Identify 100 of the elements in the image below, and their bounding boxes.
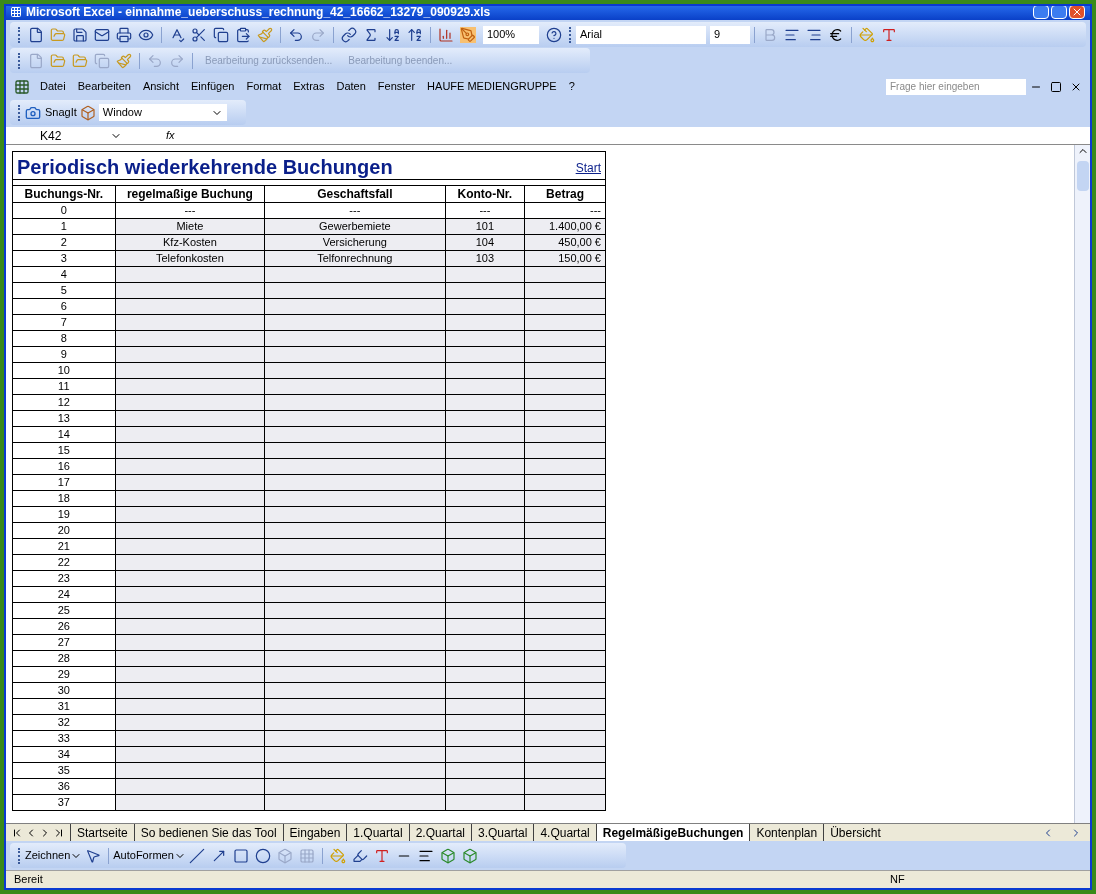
menu-item[interactable]: Extras [287,78,331,95]
table-cell: 13 [13,411,116,427]
table-cell: Telefonkosten [115,251,266,267]
table-cell: 14 [13,427,116,443]
table-cell: 16 [13,459,116,475]
3d-icon[interactable] [461,847,478,864]
sort-descending-icon[interactable] [407,26,423,43]
autoshapes-button[interactable]: AutoFormen [113,847,186,864]
restore-icon[interactable] [1050,80,1062,93]
start-link[interactable]: Start [575,159,601,177]
sheet-tab[interactable]: 2.Quartal [408,824,472,841]
help-icon[interactable] [546,26,562,43]
menu-item[interactable]: ? [562,78,581,95]
table-cell: 12 [13,395,116,411]
menu-item[interactable]: Fenster [371,78,422,95]
function-button[interactable]: fx [166,127,175,144]
sheet-tab[interactable]: Startseite [70,824,134,841]
table-cell: Gewerbemiete [265,219,446,235]
menu-item[interactable]: Datei [34,78,72,95]
sheet-tab[interactable]: 1.Quartal [346,824,409,841]
font-size-field[interactable]: 9 [710,25,750,44]
column-header: Betrag [525,186,605,203]
sheet-tab[interactable]: 4.Quartal [533,824,596,841]
table-cell: 1 [13,219,116,235]
font-color-icon[interactable] [881,26,897,43]
vertical-scrollbar[interactable] [1074,145,1090,823]
excel-icon [10,6,22,18]
drawing-icon[interactable] [460,26,476,43]
sheet-heading: Periodisch wiederkehrende Buchungen [17,155,393,179]
draw-menu-button[interactable]: Zeichnen [25,847,83,864]
fill-color-icon[interactable] [329,847,346,864]
sheet-tab[interactable]: Eingaben [282,824,347,841]
pointer-icon[interactable] [85,847,102,864]
status-indicator: NF [890,872,906,888]
menu-item[interactable]: Bearbeiten [71,78,137,95]
save-icon[interactable] [72,26,88,43]
menu-item[interactable]: Format [240,78,288,95]
table-cell: 3 [13,251,116,267]
table-cell: 2 [13,235,116,251]
table-cell: 9 [13,347,116,363]
scrollbar-thumb[interactable] [1076,161,1089,191]
first-sheet-icon[interactable] [11,826,23,839]
table-cell: 6 [13,299,116,315]
column-header: Geschaftsfall [265,186,446,203]
printer-icon[interactable] [116,26,132,43]
copy-icon[interactable] [213,26,229,43]
line-color-icon[interactable] [351,847,368,864]
paste-icon[interactable] [235,26,251,43]
fill-color-icon[interactable] [859,26,875,43]
minimize-button[interactable] [1033,6,1049,19]
table-cell: 27 [13,635,116,651]
sheet-tab[interactable]: 3.Quartal [471,824,534,841]
last-sheet-icon[interactable] [53,826,65,839]
snagit-button[interactable]: SnagIt [25,104,77,121]
window-dropdown[interactable]: Window [98,104,227,121]
new-file-icon[interactable] [28,26,44,43]
capture-icon[interactable] [79,104,96,121]
sheet-tab[interactable]: RegelmäßigeBuchungen [595,824,750,841]
table-cell: 101 [445,219,526,235]
table-cell: 17 [13,475,116,491]
table-cell: 15 [13,443,116,459]
mail-icon[interactable] [94,26,110,43]
zoom-field[interactable]: 100% [483,25,539,44]
font-color-icon[interactable] [373,847,390,864]
table-cell: 0 [13,203,116,219]
line-icon[interactable] [188,847,205,864]
maximize-button[interactable] [1051,6,1067,19]
sheet-tab[interactable]: Übersicht [823,824,887,841]
ellipse-icon[interactable] [254,847,271,864]
sheet-tab[interactable]: Kontenplan [749,824,824,841]
menu-item[interactable]: HAUFE MEDIENGRUPPE [421,78,563,95]
hyperlink-icon[interactable] [341,26,357,43]
table-cell: 1.400,00 € [525,219,605,235]
table-cell: 11 [13,379,116,395]
menu-item[interactable]: Ansicht [136,78,185,95]
table-cell: 18 [13,491,116,507]
table-cell: 10 [13,363,116,379]
chart-icon[interactable] [438,26,454,43]
table-cell: 28 [13,651,116,667]
table-cell: 5 [13,283,116,299]
sum-icon[interactable] [363,26,379,43]
name-box[interactable]: K42 [6,127,106,144]
close-button[interactable] [1069,6,1085,19]
table-cell: 32 [13,715,116,731]
euro-icon[interactable] [828,26,844,43]
cut-icon[interactable] [191,26,207,43]
help-field[interactable]: Frage hier eingeben [886,78,1026,95]
menu-item[interactable]: Einfügen [185,78,241,95]
table-cell: 104 [445,235,526,251]
sort-ascending-icon[interactable] [385,26,401,43]
table-cell: Versicherung [265,235,446,251]
table-cell: 19 [13,507,116,523]
sheet-tab[interactable]: So bedienen Sie das Tool [133,824,283,841]
rectangle-icon[interactable] [232,847,249,864]
undo-icon[interactable] [288,26,304,43]
font-field[interactable]: Arial [576,25,706,44]
table-cell: 29 [13,667,116,683]
column-header: regelmaßige Buchung [115,186,266,203]
menu-item[interactable]: Daten [330,78,372,95]
spellcheck-icon[interactable] [169,26,185,43]
